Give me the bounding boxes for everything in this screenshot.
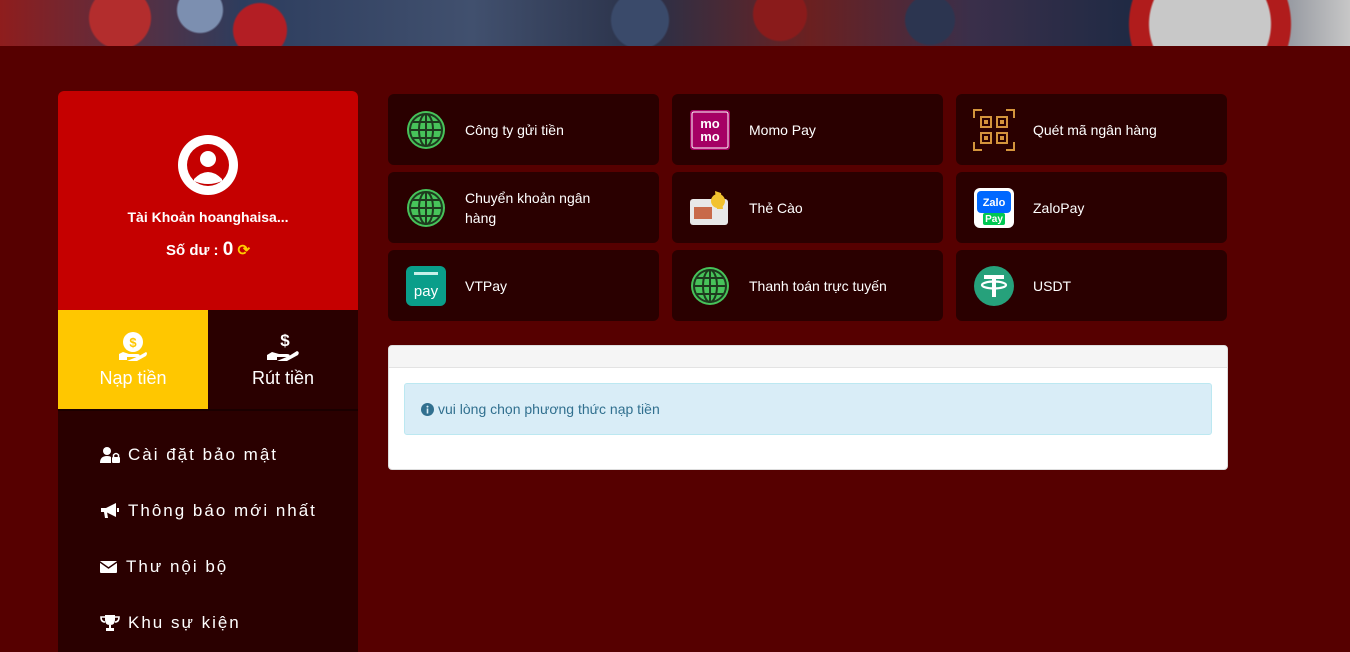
method-label: USDT [1033, 277, 1072, 294]
menu-item-inbox[interactable]: Thư nội bộ [100, 539, 358, 595]
method-bank-qr[interactable]: Quét mã ngân hàng [956, 94, 1227, 165]
menu-label-security: Cài đặt bảo mật [128, 445, 279, 464]
envelope-icon [100, 561, 118, 573]
menu-label-notifications: Thông báo mới nhất [128, 501, 317, 520]
payment-methods: Công ty gửi tiền mo mo Momo Pay Quét mã n… [388, 94, 1228, 321]
svg-text:$: $ [129, 335, 137, 350]
alert-text: vui lòng chọn phương thức nạp tiền [438, 401, 660, 417]
info-icon [421, 402, 434, 416]
svg-text:$: $ [280, 331, 290, 350]
svg-text:mo: mo [700, 129, 720, 144]
sidebar: Tài Khoản hoanghaisa... Số dư : 0 ⟳ $ Nạ… [58, 91, 358, 652]
menu-item-notifications[interactable]: Thông báo mới nhất [100, 483, 358, 539]
method-zalopay[interactable]: Zalo Pay ZaloPay [956, 172, 1227, 243]
balance-value: 0 [222, 239, 234, 260]
method-company-transfer[interactable]: Công ty gửi tiền [388, 94, 659, 165]
method-label: Momo Pay [749, 121, 816, 138]
balance: Số dư : 0 ⟳ [58, 239, 358, 261]
header-banner [0, 0, 1350, 46]
panel-header [389, 346, 1227, 368]
coin-icon: $ [119, 332, 147, 361]
zalopay-icon: Zalo Pay [973, 187, 1015, 229]
trophy-icon [100, 615, 120, 631]
svg-text:Zalo: Zalo [983, 197, 1006, 209]
tether-icon [973, 265, 1015, 307]
menu-item-security[interactable]: Cài đặt bảo mật [100, 427, 358, 483]
globe-icon [689, 265, 731, 307]
wallet-actions: $ Nạp tiền $ Rút tiền [58, 310, 358, 411]
method-momo[interactable]: mo mo Momo Pay [672, 94, 943, 165]
method-scratch-card[interactable]: Thẻ Cào [672, 172, 943, 243]
method-label: Chuyển khoản ngân hàng [465, 189, 591, 226]
balance-label: Số dư : [165, 242, 219, 259]
globe-icon [405, 109, 447, 151]
user-avatar-icon [187, 144, 229, 186]
deposit-label: Nạp tiền [99, 368, 167, 388]
menu-item-events[interactable]: Khu sự kiện [100, 595, 358, 651]
withdraw-button[interactable]: $ Rút tiền [208, 310, 358, 409]
info-alert: vui lòng chọn phương thức nạp tiền [404, 383, 1212, 435]
refresh-icon[interactable]: ⟳ [237, 242, 250, 259]
svg-text:pay: pay [414, 283, 439, 300]
user-lock-icon [100, 447, 120, 463]
sidebar-menu: Cài đặt bảo mật Thông báo mới nhất Thư n… [58, 411, 358, 651]
method-label: Thanh toán trực tuyến [749, 277, 887, 294]
profile-card: Tài Khoản hoanghaisa... Số dư : 0 ⟳ [58, 91, 358, 310]
method-label: Thẻ Cào [749, 199, 803, 216]
scratch-card-icon [689, 187, 731, 229]
avatar [178, 135, 238, 195]
menu-label-events: Khu sự kiện [128, 613, 241, 632]
method-label: VTPay [465, 277, 508, 294]
globe-icon [405, 187, 447, 229]
method-vtpay[interactable]: pay VTPay [388, 250, 659, 321]
svg-text:Pay: Pay [985, 214, 1003, 225]
megaphone-icon [101, 503, 119, 518]
method-online-payment[interactable]: Thanh toán trực tuyến [672, 250, 943, 321]
menu-label-inbox: Thư nội bộ [126, 557, 229, 576]
method-bank-transfer[interactable]: Chuyển khoản ngân hàng [388, 172, 659, 243]
momo-icon: mo mo [689, 109, 731, 151]
method-label: Công ty gửi tiền [465, 121, 564, 138]
method-label: ZaloPay [1033, 199, 1085, 216]
deposit-button[interactable]: $ Nạp tiền [58, 310, 208, 409]
method-usdt[interactable]: USDT [956, 250, 1227, 321]
info-panel: vui lòng chọn phương thức nạp tiền [388, 345, 1228, 470]
qr-code-icon [973, 108, 1015, 151]
withdraw-label: Rút tiền [251, 368, 315, 388]
account-name: Tài Khoản hoanghaisa... [127, 209, 289, 225]
vtpay-icon: pay [405, 265, 447, 307]
method-label: Quét mã ngân hàng [1033, 121, 1157, 138]
withdraw-hand-icon: $ [267, 331, 299, 361]
